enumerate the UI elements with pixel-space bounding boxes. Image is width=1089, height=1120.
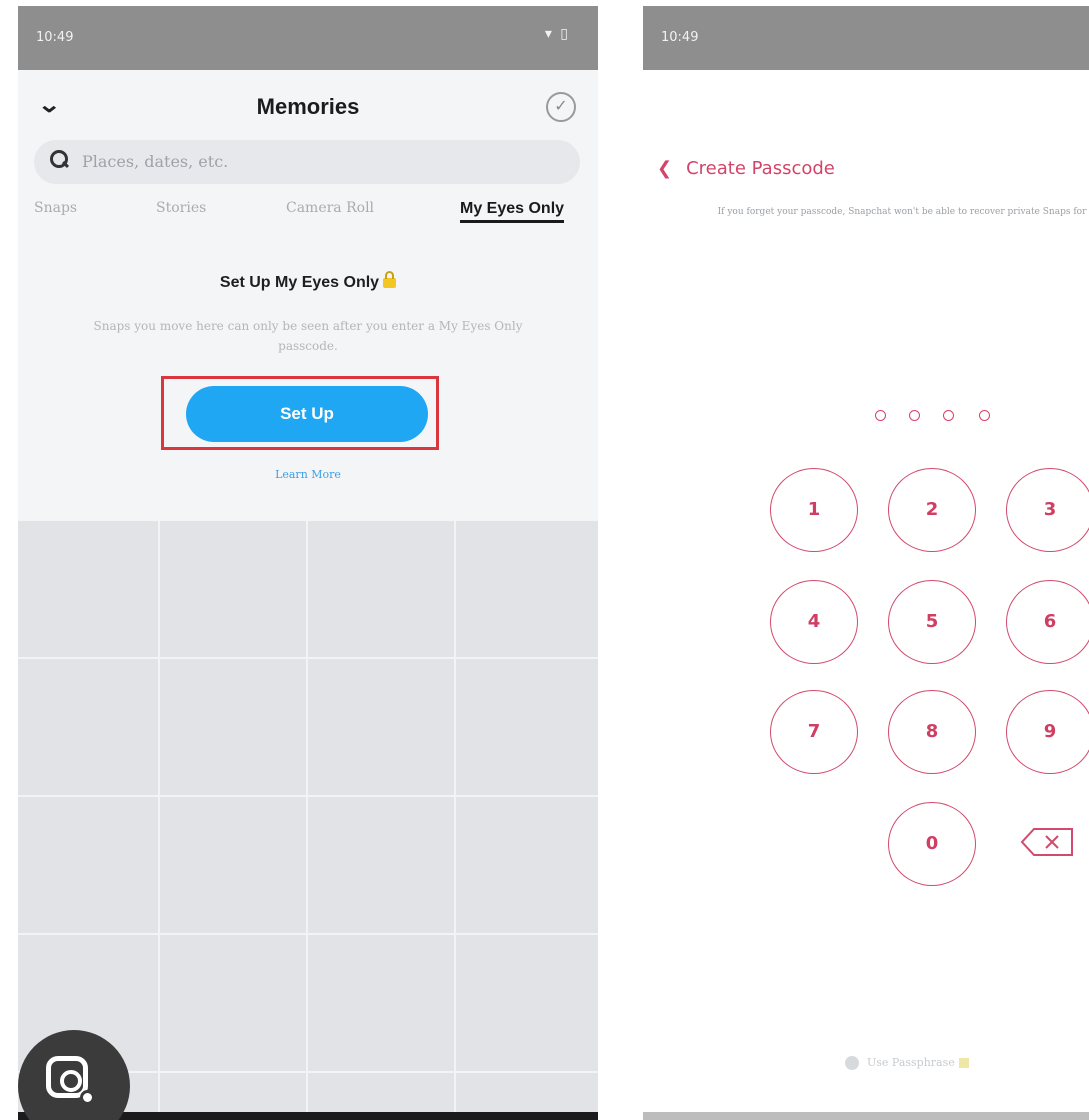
key-2[interactable]: 2 bbox=[888, 468, 976, 552]
grid-divider bbox=[306, 521, 308, 1120]
key-3[interactable]: 3 bbox=[1006, 468, 1089, 552]
status-time: 10:49 bbox=[36, 30, 74, 45]
system-icons: ▾ ▯ bbox=[544, 26, 570, 42]
chevron-left-icon: ❮ bbox=[657, 158, 673, 179]
backspace-glyph bbox=[1020, 828, 1073, 856]
tab-my-eyes-only[interactable]: My Eyes Only bbox=[460, 200, 565, 223]
nav-bar bbox=[643, 1112, 1089, 1120]
grid-divider bbox=[18, 795, 598, 797]
backspace-icon[interactable] bbox=[1020, 826, 1076, 858]
memories-tabs: Snaps Stories Camera Roll My Eyes Only bbox=[18, 196, 598, 230]
key-4[interactable]: 4 bbox=[770, 580, 858, 664]
key-7[interactable]: 7 bbox=[770, 690, 858, 774]
learn-more-link[interactable]: Learn More bbox=[18, 468, 598, 481]
lens-dot bbox=[80, 1090, 95, 1105]
status-bar: 10:49 bbox=[643, 6, 1089, 70]
setup-description: Snaps you move here can only be seen aft… bbox=[93, 319, 523, 353]
key-6[interactable]: 6 bbox=[1006, 580, 1089, 664]
passcode-hint: If you forget your passcode, Snapchat wo… bbox=[717, 207, 1089, 217]
passcode-dot bbox=[909, 410, 920, 421]
tab-stories[interactable]: Stories bbox=[156, 200, 206, 216]
lock-icon bbox=[383, 271, 397, 288]
search-input[interactable]: Places, dates, etc. bbox=[34, 140, 580, 184]
screenshot-stage: 10:49 ▾ ▯ ⌄ Memories ✓ Places, dates, et… bbox=[0, 0, 1089, 1120]
key-9[interactable]: 9 bbox=[1006, 690, 1089, 774]
create-passcode-title: Create Passcode bbox=[686, 158, 835, 179]
page-title: Memories bbox=[256, 94, 360, 119]
lock-icon bbox=[958, 1058, 969, 1068]
passcode-dot bbox=[979, 410, 990, 421]
create-passcode-screen: 10:49 ❮ Create Passcode If you forget you… bbox=[643, 6, 1089, 1120]
search-icon bbox=[50, 150, 68, 168]
setup-heading: Set Up My Eyes Only bbox=[18, 271, 598, 292]
status-bar: 10:49 ▾ ▯ bbox=[18, 6, 598, 70]
passphrase-radio bbox=[845, 1056, 859, 1070]
key-0[interactable]: 0 bbox=[888, 802, 976, 886]
key-1[interactable]: 1 bbox=[770, 468, 858, 552]
setup-heading-text: Set Up My Eyes Only bbox=[219, 274, 380, 291]
passcode-dot bbox=[875, 410, 886, 421]
set-up-button[interactable]: Set Up bbox=[186, 386, 428, 442]
memories-screen: 10:49 ▾ ▯ ⌄ Memories ✓ Places, dates, et… bbox=[18, 6, 598, 1120]
back-button[interactable]: ❮ Create Passcode bbox=[657, 158, 835, 179]
tab-snaps[interactable]: Snaps bbox=[34, 200, 77, 216]
key-5[interactable]: 5 bbox=[888, 580, 976, 664]
thumbnail-grid bbox=[18, 521, 598, 1120]
key-8[interactable]: 8 bbox=[888, 690, 976, 774]
grid-divider bbox=[454, 521, 456, 1120]
check-circle-icon[interactable]: ✓ bbox=[546, 92, 576, 122]
tab-camera-roll[interactable]: Camera Roll bbox=[286, 200, 374, 216]
use-passphrase-link[interactable]: Use Passphrase bbox=[845, 1056, 969, 1070]
grid-divider bbox=[18, 657, 598, 659]
grid-divider bbox=[18, 933, 598, 935]
status-time: 10:49 bbox=[661, 30, 699, 45]
passphrase-label: Use Passphrase bbox=[867, 1056, 955, 1069]
passcode-dot bbox=[943, 410, 954, 421]
search-placeholder: Places, dates, etc. bbox=[82, 152, 229, 171]
grid-divider bbox=[158, 521, 160, 1120]
